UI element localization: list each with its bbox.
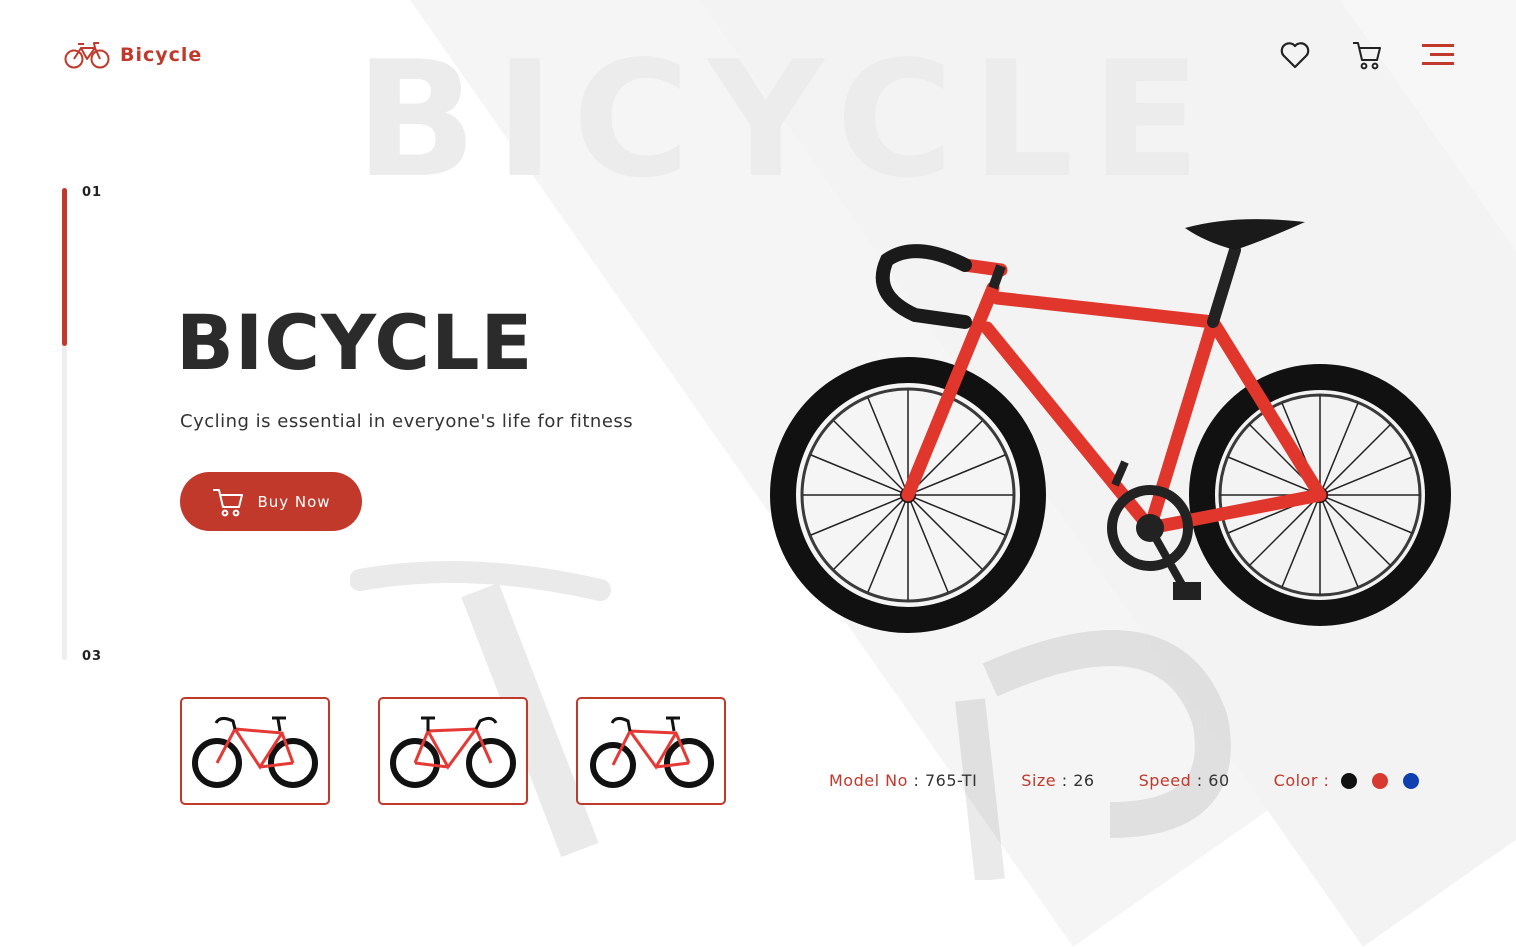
cart-button[interactable] xyxy=(1350,38,1384,72)
wishlist-button[interactable] xyxy=(1278,38,1312,72)
cart-icon xyxy=(213,488,244,516)
spec-model-value: 765-TI xyxy=(924,771,978,790)
bike-thumbnail-2[interactable] xyxy=(378,697,528,805)
bike-thumbnail-image xyxy=(192,716,318,788)
menu-button[interactable] xyxy=(1422,38,1456,72)
slide-progress-fill xyxy=(62,188,67,346)
heart-icon xyxy=(1280,42,1310,69)
slide-number-end: 03 xyxy=(82,649,103,664)
brand-name: Bicycle xyxy=(120,44,203,66)
watermark-text: BICYCLE xyxy=(355,26,1219,213)
bike-thumbnail-3[interactable] xyxy=(576,697,726,805)
buy-now-button[interactable]: Buy Now xyxy=(180,472,362,531)
cart-icon xyxy=(1353,42,1381,70)
spec-speed-label: Speed xyxy=(1138,771,1192,790)
color-swatch-red[interactable] xyxy=(1372,772,1389,789)
bike-thumbnail-image xyxy=(590,716,714,788)
header-actions xyxy=(1278,38,1456,72)
spec-model: Model No : 765-TI xyxy=(829,771,978,790)
spec-color-label: Color : xyxy=(1273,771,1330,790)
color-swatch-black[interactable] xyxy=(1341,772,1358,789)
buy-now-label: Buy Now xyxy=(257,492,331,511)
spec-size: Size : 26 xyxy=(1021,771,1095,790)
slide-number-start: 01 xyxy=(82,185,103,200)
spec-size-value: 26 xyxy=(1073,771,1095,790)
spec-size-label: Size xyxy=(1021,771,1057,790)
main-bicycle-image xyxy=(770,219,1451,633)
spec-speed: Speed : 60 xyxy=(1138,771,1230,790)
menu-icon xyxy=(1422,44,1454,65)
color-swatch-blue[interactable] xyxy=(1403,772,1420,789)
bike-thumbnail-image xyxy=(390,716,516,788)
bike-thumbnail-1[interactable] xyxy=(180,697,330,805)
brand-logo[interactable]: Bicycle xyxy=(64,40,202,70)
bicycle-logo-icon xyxy=(64,42,110,69)
hero-subtitle: Cycling is essential in everyone's life … xyxy=(180,411,634,432)
spec-speed-value: 60 xyxy=(1208,771,1230,790)
product-specs: Model No : 765-TI Size : 26 Speed : 60 C… xyxy=(829,771,1434,790)
hero-title: BICYCLE xyxy=(176,298,534,387)
spec-model-label: Model No xyxy=(829,771,908,790)
